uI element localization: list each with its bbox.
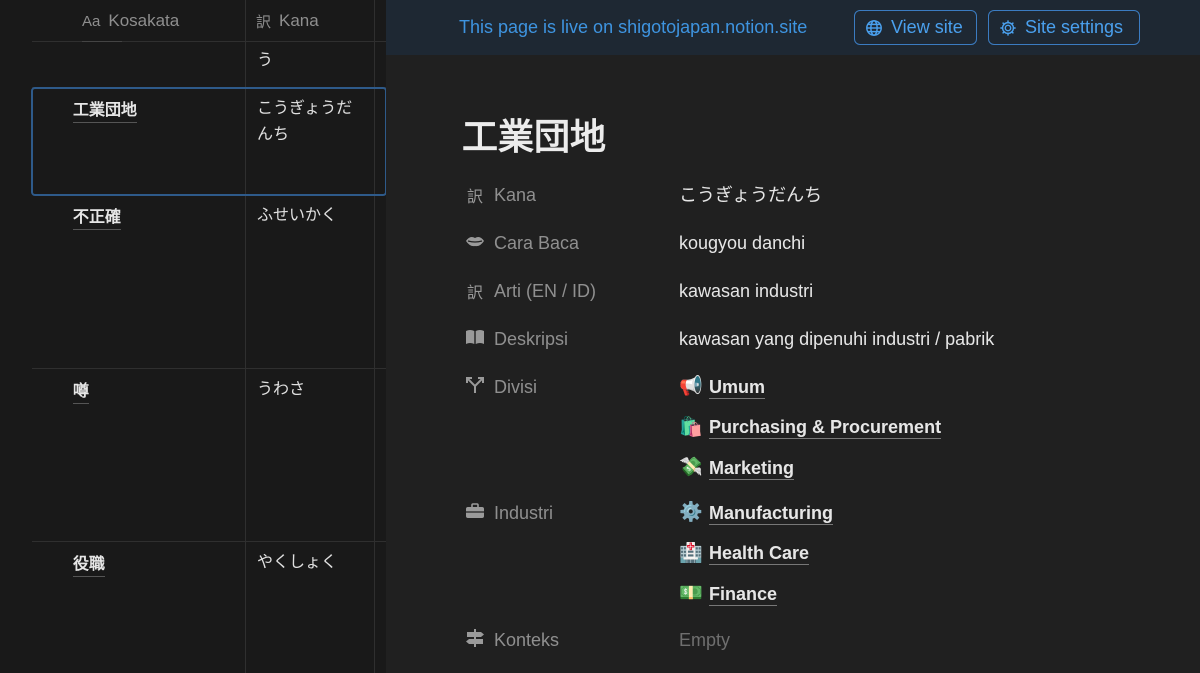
megaphone-icon: 📢: [679, 376, 703, 397]
translate-icon: 訳: [466, 285, 483, 302]
column-header-label: Kosakata: [108, 11, 180, 30]
property-relation-list: ⚙️ Manufacturing 🏥 Health Care 💵 Finance: [679, 501, 833, 623]
kana-cell[interactable]: こうぎょうだんち: [257, 96, 367, 148]
property-label[interactable]: Cara Baca: [464, 231, 579, 255]
kana-cell[interactable]: う: [257, 48, 367, 74]
hospital-icon: 🏥: [679, 542, 703, 564]
property-relation-list: 📢 Umum 🛍️ Purchasing & Procurement 💸 Mar…: [679, 375, 942, 497]
publish-banner: This page is live on shigotojapan.notion…: [386, 0, 1200, 55]
property-value[interactable]: kougyou danchi: [679, 231, 805, 255]
relation-tag[interactable]: 📢 Umum: [679, 375, 941, 399]
property-label[interactable]: Industri: [464, 501, 553, 525]
table-row[interactable]: 役職 やくしょく: [32, 542, 386, 673]
relation-label: Manufacturing: [709, 502, 833, 525]
page-peek-panel: This page is live on shigotojapan.notion…: [386, 0, 1200, 673]
signpost-icon: [464, 628, 486, 652]
translate-icon: 訳: [466, 189, 483, 206]
page-title[interactable]: 工業団地: [462, 108, 606, 160]
property-label[interactable]: Divisi: [464, 375, 537, 399]
book-icon: [464, 329, 486, 350]
property-value[interactable]: kawasan yang dipenuhi industri / pabrik: [679, 327, 994, 351]
live-site-text: This page is live on shigotojapan.notion…: [459, 17, 808, 37]
kana-cell[interactable]: やくしょく: [257, 550, 367, 576]
column-header-label: Kana: [279, 11, 319, 30]
gear-icon: [1000, 19, 1016, 36]
briefcase-icon: [464, 502, 486, 524]
kana-cell[interactable]: うわさ: [257, 377, 367, 403]
view-site-label: View site: [891, 17, 963, 37]
property-label[interactable]: Deskripsi: [464, 327, 568, 351]
relation-tag[interactable]: ⚙️ Manufacturing: [679, 501, 833, 525]
lips-icon: [464, 234, 486, 252]
property-label[interactable]: 訳 Arti (EN / ID): [464, 279, 596, 303]
site-settings-label: Site settings: [1025, 17, 1124, 37]
title-property-icon: Aa: [82, 12, 101, 30]
property-label-text: Industri: [494, 502, 554, 523]
table-row[interactable]: う: [32, 42, 386, 88]
relation-label: Purchasing & Procurement: [709, 417, 942, 439]
kosakata-cell[interactable]: 不正確: [73, 203, 122, 230]
property-value[interactable]: kawasan industri: [679, 279, 813, 303]
property-label-text: Arti (EN / ID): [494, 280, 596, 301]
kosakata-cell[interactable]: 工業団地: [73, 96, 138, 123]
kosakata-cell[interactable]: 役職: [73, 550, 106, 577]
relation-tag[interactable]: 💵 Finance: [679, 582, 833, 606]
kana-cell[interactable]: ふせいかく: [257, 203, 367, 229]
property-label-text: Konteks: [494, 629, 560, 650]
database-table: Aa Kosakata 訳 Kana う 工業団地 こうぎょうだんち 不正確 ふ…: [0, 0, 387, 673]
relation-label: Umum: [709, 376, 766, 399]
money-wings-icon: 💸: [679, 457, 703, 478]
relation-label: Finance: [709, 583, 778, 606]
table-row[interactable]: 噂 うわさ: [32, 369, 386, 542]
relation-label: Health Care: [709, 543, 810, 565]
banknote-icon: 💵: [679, 583, 703, 604]
property-label[interactable]: 訳 Kana: [464, 183, 536, 207]
property-label-text: Cara Baca: [494, 232, 580, 253]
globe-icon: [866, 19, 882, 36]
column-header-kana[interactable]: 訳 Kana: [256, 0, 319, 42]
property-label-text: Divisi: [494, 376, 537, 397]
translate-icon: 訳: [256, 13, 272, 31]
table-header: Aa Kosakata 訳 Kana: [32, 0, 386, 42]
property-label-text: Deskripsi: [494, 328, 569, 349]
site-settings-button[interactable]: Site settings: [988, 10, 1140, 45]
property-value-empty[interactable]: Empty: [679, 628, 730, 652]
table-row-selected[interactable]: 工業団地 こうぎょうだんち: [31, 87, 387, 196]
relation-label: Marketing: [709, 457, 795, 480]
column-header-kosakata[interactable]: Aa Kosakata: [82, 0, 179, 42]
view-site-button[interactable]: View site: [854, 10, 977, 45]
relation-tag[interactable]: 🏥 Health Care: [679, 542, 833, 566]
relation-tag[interactable]: 🛍️ Purchasing & Procurement: [679, 416, 942, 440]
branch-icon: [464, 376, 486, 399]
kosakata-cell[interactable]: 噂: [73, 377, 90, 404]
relation-tag[interactable]: 💸 Marketing: [679, 456, 941, 480]
property-label[interactable]: Konteks: [464, 628, 559, 652]
gear-icon: ⚙️: [679, 502, 703, 523]
property-label-text: Kana: [494, 184, 537, 205]
shopping-bags-icon: 🛍️: [679, 416, 703, 438]
property-value[interactable]: こうぎょうだんち: [679, 183, 822, 207]
table-row[interactable]: 不正確 ふせいかく: [32, 195, 386, 369]
